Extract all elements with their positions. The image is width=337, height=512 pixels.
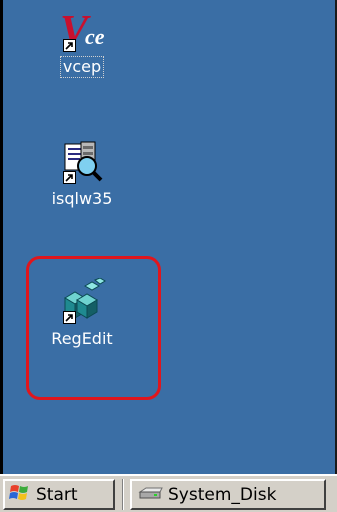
shortcut-arrow-icon (63, 171, 76, 184)
windows-flag-icon (9, 483, 31, 507)
desktop-icon-label: vcep (59, 56, 105, 78)
desktop-icon-isqlw35[interactable]: isqlw35 (37, 138, 127, 209)
desktop-icon-vcep[interactable]: V ce vcep (37, 6, 127, 78)
start-label: Start (36, 484, 78, 505)
annotation-highlight-box (26, 256, 161, 400)
desktop-icon-label: isqlw35 (51, 189, 113, 208)
desktop[interactable]: V ce vcep isqlw35 RegEdit (3, 0, 335, 474)
taskbar: Start System_Disk (0, 474, 337, 512)
vce-script-icon: V ce (57, 6, 107, 54)
task-button-system-disk[interactable]: System_Disk (130, 479, 326, 510)
task-label: System_Disk (168, 484, 277, 505)
start-button[interactable]: Start (3, 479, 115, 510)
disk-drive-icon (138, 485, 164, 504)
sql-query-icon (57, 138, 107, 186)
shortcut-arrow-icon (63, 39, 76, 52)
svg-text:ce: ce (85, 24, 105, 49)
taskbar-separator (122, 479, 124, 510)
